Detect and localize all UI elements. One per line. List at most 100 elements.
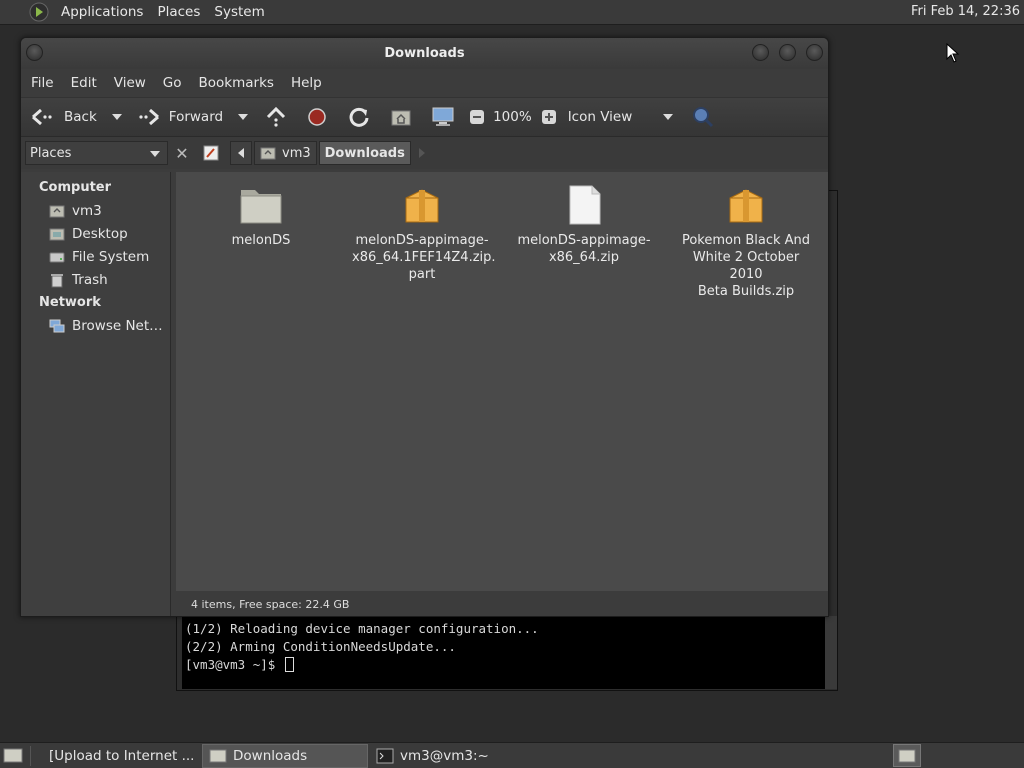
file-name-line: part xyxy=(408,267,436,282)
sidebar-item-file-system[interactable]: File System xyxy=(21,245,170,268)
window-menu-button[interactable] xyxy=(26,44,43,61)
trash-icon xyxy=(51,273,63,287)
stop-icon[interactable] xyxy=(307,107,327,127)
view-mode-dropdown[interactable] xyxy=(663,114,674,120)
menu-places[interactable]: Places xyxy=(150,4,207,20)
view-mode-select[interactable]: Icon View xyxy=(568,109,633,125)
forward-label: Forward xyxy=(168,109,224,125)
chevron-right-icon[interactable] xyxy=(418,148,425,158)
breadcrumb-vm3[interactable]: vm3 xyxy=(254,141,317,165)
minimize-button[interactable] xyxy=(752,44,769,61)
taskbar-item-browser[interactable]: [Upload to Internet ... xyxy=(37,744,200,768)
sidebar-item-browse-network[interactable]: Browse Net… xyxy=(21,314,170,337)
terminal-line: (1/2) Reloading device manager configura… xyxy=(185,621,539,636)
maximize-button[interactable] xyxy=(779,44,796,61)
home-folder-icon xyxy=(260,147,276,160)
file-item-melonds-zip[interactable]: melonDS-appimage- x86_64.zip xyxy=(514,184,654,266)
network-icon xyxy=(49,319,65,332)
sidebar-item-vm3[interactable]: vm3 xyxy=(21,199,170,222)
terminal-prompt: [vm3@vm3 ~]$ xyxy=(185,657,283,672)
archive-icon xyxy=(405,189,439,223)
terminal-output[interactable]: (1/2) Reloading device manager configura… xyxy=(182,616,825,689)
taskbar-item-downloads[interactable]: Downloads xyxy=(202,743,368,768)
menu-edit[interactable]: Edit xyxy=(65,75,103,91)
zoom-level[interactable]: 100% xyxy=(493,109,532,125)
menu-view[interactable]: View xyxy=(108,75,152,91)
bottom-panel: [Upload to Internet ... Downloads vm3@vm… xyxy=(0,742,1024,768)
menu-help[interactable]: Help xyxy=(285,75,328,91)
taskbar-item-terminal[interactable]: vm3@vm3:~ xyxy=(370,744,536,768)
file-name-line: melonDS-appimage- xyxy=(517,233,651,248)
menu-bookmarks[interactable]: Bookmarks xyxy=(193,75,280,91)
taskbar-item-label: [Upload to Internet ... xyxy=(49,747,195,764)
mouse-pointer-icon xyxy=(946,43,960,63)
show-desktop-icon[interactable] xyxy=(2,746,24,766)
zoom-out-icon[interactable] xyxy=(469,109,485,125)
home-folder-icon xyxy=(49,205,65,217)
chevron-down-icon xyxy=(150,151,160,157)
location-bar: Places ✕ vm3 Downloads xyxy=(21,137,828,169)
close-button[interactable] xyxy=(806,44,823,61)
terminal-cursor xyxy=(284,657,294,672)
taskbar-item-label: vm3@vm3:~ xyxy=(400,747,489,764)
breadcrumb-label: Downloads xyxy=(324,145,405,161)
applications-logo-icon[interactable] xyxy=(28,1,50,23)
file-name-line: melonDS-appimage- xyxy=(355,233,489,248)
folder-icon xyxy=(209,749,227,762)
terminal-scrollbar[interactable] xyxy=(825,616,837,689)
file-name-line: White 2 October 2010 xyxy=(692,250,800,282)
forward-history-dropdown[interactable] xyxy=(238,114,249,120)
clock[interactable]: Fri Feb 14, 22:36 xyxy=(911,4,1020,19)
file-name: melonDS xyxy=(231,233,291,248)
sidebar-mode-label: Places xyxy=(30,145,72,161)
file-item-melonds-part[interactable]: melonDS-appimage- x86_64.1FEF14Z4.zip. p… xyxy=(352,184,496,283)
toolbar: Back Forward 100% Icon View xyxy=(21,97,828,137)
up-arrow-icon[interactable] xyxy=(265,106,287,128)
file-name-line: Pokemon Black And xyxy=(681,233,811,248)
search-icon[interactable] xyxy=(691,105,715,129)
menubar: File Edit View Go Bookmarks Help xyxy=(21,69,828,97)
file-item-melonds[interactable]: melonDS xyxy=(191,184,331,249)
computer-icon[interactable] xyxy=(431,106,455,128)
zoom-in-icon[interactable] xyxy=(541,109,557,125)
sidebar-item-label: Browse Net… xyxy=(72,317,163,334)
breadcrumb-downloads[interactable]: Downloads xyxy=(318,141,411,165)
sidebar-heading-computer: Computer xyxy=(39,180,112,195)
back-history-dropdown[interactable] xyxy=(111,114,122,120)
file-name-line: Beta Builds.zip xyxy=(697,284,795,299)
sidebar-item-label: vm3 xyxy=(72,202,102,219)
reload-icon[interactable] xyxy=(348,106,370,128)
close-sidebar-icon[interactable]: ✕ xyxy=(172,143,192,163)
home-folder-icon[interactable] xyxy=(390,107,412,127)
workspace-switcher[interactable] xyxy=(893,744,921,767)
blank-file-icon xyxy=(569,185,601,225)
terminal-line: (2/2) Arming ConditionNeedsUpdate... xyxy=(185,639,456,654)
back-label: Back xyxy=(64,109,97,125)
taskbar-item-label: Downloads xyxy=(233,747,308,764)
edit-location-icon[interactable] xyxy=(202,144,220,162)
archive-icon xyxy=(729,189,763,223)
menu-system[interactable]: System xyxy=(207,4,271,20)
sidebar-item-label: File System xyxy=(72,248,150,265)
sidebar-item-desktop[interactable]: Desktop xyxy=(21,222,170,245)
forward-button[interactable]: Forward xyxy=(136,107,223,127)
terminal-icon xyxy=(376,748,394,763)
top-panel: Applications Places System Fri Feb 14, 2… xyxy=(0,0,1024,25)
breadcrumb-scroll-left[interactable] xyxy=(230,141,252,165)
menu-file[interactable]: File xyxy=(25,75,60,91)
back-button[interactable]: Back xyxy=(31,107,97,127)
status-bar: 4 items, Free space: 22.4 GB xyxy=(176,591,828,616)
back-arrow-icon xyxy=(32,108,52,126)
folder-icon xyxy=(240,190,282,224)
forward-arrow-icon xyxy=(139,108,159,126)
menu-go[interactable]: Go xyxy=(157,75,188,91)
file-item-pokemon-zip[interactable]: Pokemon Black And White 2 October 2010 B… xyxy=(676,184,816,300)
chevron-left-icon xyxy=(238,148,244,158)
workspace-icon xyxy=(898,749,916,762)
file-view[interactable]: melonDS melonDS-appimage- x86_64.1FEF14Z… xyxy=(176,172,828,616)
window-titlebar[interactable]: Downloads xyxy=(21,38,828,69)
sidebar-item-trash[interactable]: Trash xyxy=(21,268,170,291)
menu-applications[interactable]: Applications xyxy=(54,4,150,20)
desktop-folder-icon xyxy=(49,228,65,240)
sidebar-mode-select[interactable]: Places xyxy=(25,141,168,165)
